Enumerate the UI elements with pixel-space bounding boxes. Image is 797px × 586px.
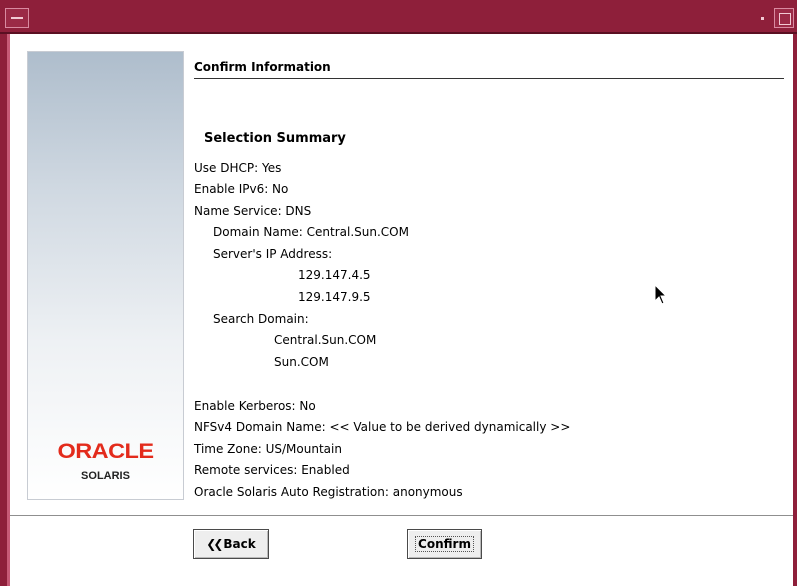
double-chevron-left-icon: ❮❮ — [206, 537, 223, 551]
back-button[interactable]: ❮❮ Back — [193, 529, 269, 559]
solaris-logo-text: SOLARIS — [81, 470, 130, 482]
summary-server-ip: 129.147.4.5 — [298, 268, 371, 282]
window-titlebar[interactable] — [0, 0, 797, 34]
summary-search-domain: Central.Sun.COM — [274, 333, 377, 347]
summary-search-domain-label: Search Domain: — [213, 312, 309, 326]
confirm-button[interactable]: Confirm — [407, 529, 482, 559]
summary-server-ip: 129.147.9.5 — [298, 290, 371, 304]
confirm-button-label: Confirm — [415, 536, 474, 552]
summary-name-service: Name Service: DNS — [194, 204, 312, 218]
summary-remote-services: Remote services: Enabled — [194, 463, 350, 477]
minimize-icon[interactable] — [754, 8, 770, 28]
summary-search-domain: Sun.COM — [274, 355, 329, 369]
summary-auto-registration: Oracle Solaris Auto Registration: anonym… — [194, 485, 463, 499]
summary-enable-kerberos: Enable Kerberos: No — [194, 399, 316, 413]
button-bar-divider — [10, 515, 793, 516]
header-divider — [194, 78, 784, 79]
summary-server-ip-label: Server's IP Address: — [213, 247, 333, 261]
summary-domain-name: Domain Name: Central.Sun.COM — [213, 225, 409, 239]
back-button-label: Back — [223, 537, 256, 551]
window-menu-icon[interactable] — [5, 8, 29, 28]
summary-nfsv4-domain: NFSv4 Domain Name: << Value to be derive… — [194, 420, 571, 434]
page-title: Confirm Information — [194, 60, 331, 74]
summary-time-zone: Time Zone: US/Mountain — [194, 442, 342, 456]
installer-content: ORACLE SOLARIS Confirm Information Selec… — [10, 34, 793, 586]
summary-title: Selection Summary — [204, 131, 346, 146]
maximize-icon[interactable] — [774, 8, 794, 28]
summary-use-dhcp: Use DHCP: Yes — [194, 161, 282, 175]
mouse-pointer-icon — [654, 284, 668, 305]
window-frame-left — [0, 34, 10, 586]
summary-enable-ipv6: Enable IPv6: No — [194, 182, 289, 196]
oracle-logo: ORACLE — [57, 440, 155, 463]
installer-sidebar: ORACLE SOLARIS — [27, 51, 184, 500]
window-frame-right — [793, 34, 797, 586]
